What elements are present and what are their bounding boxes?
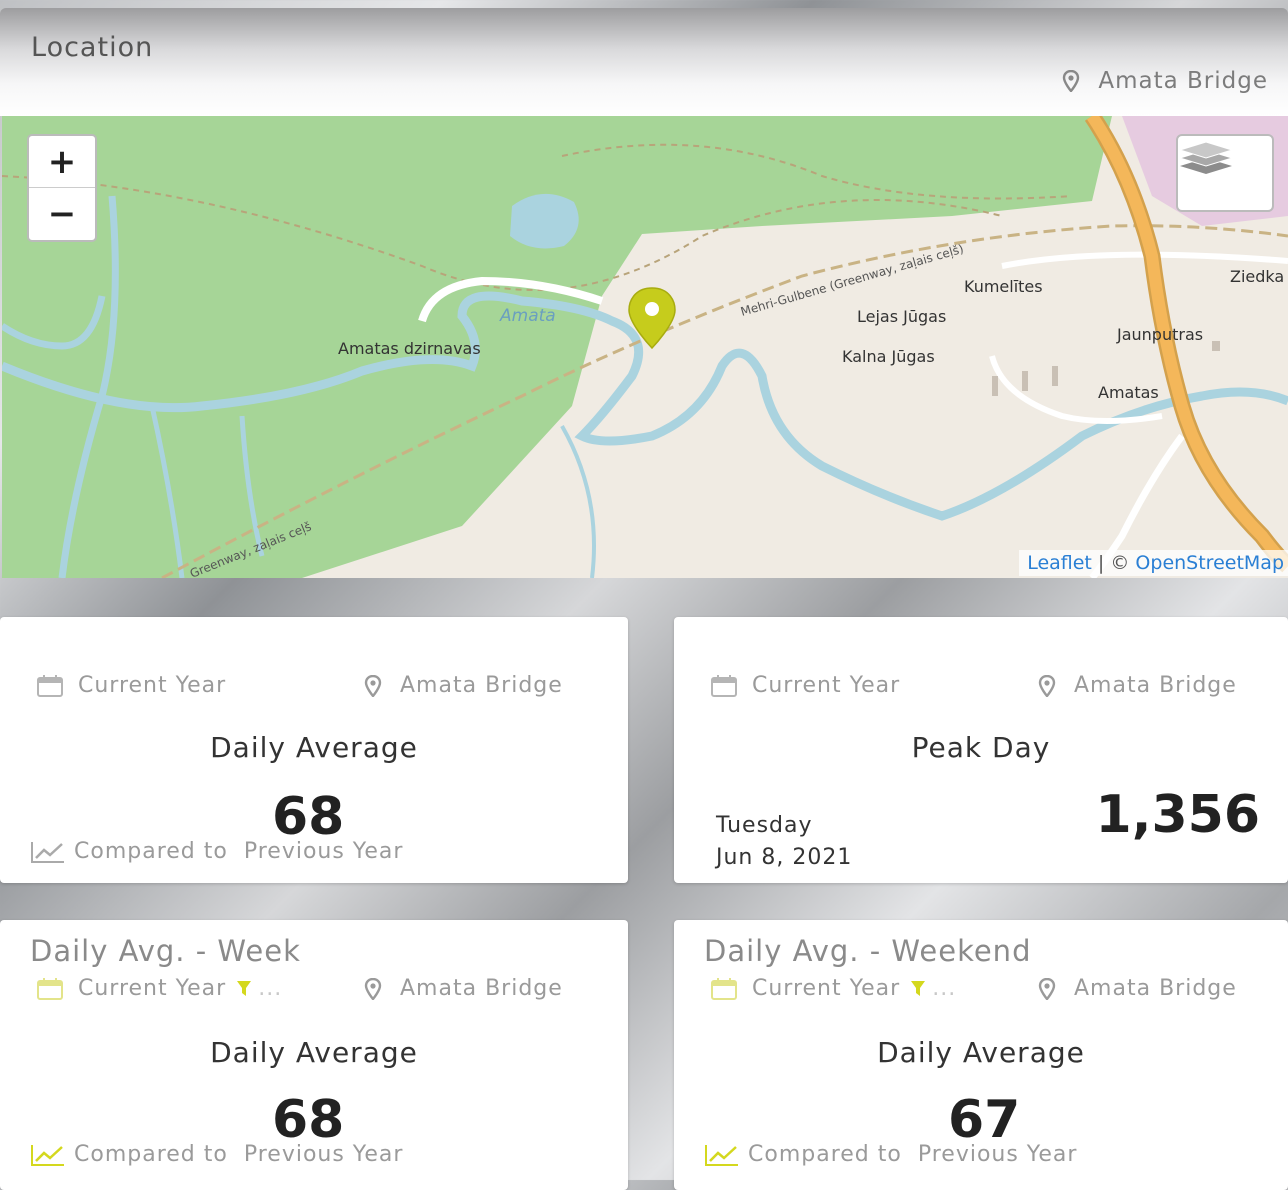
card-title: Daily Average: [877, 1036, 1085, 1069]
card-location: Amata Bridge: [364, 976, 563, 1001]
card-title: Daily Average: [210, 731, 418, 764]
attribution-separator: | ©: [1091, 552, 1136, 574]
card-title: Peak Day: [911, 731, 1051, 764]
filter-more: ...: [258, 976, 283, 1001]
compare-row: Compared to Previous Year: [30, 839, 403, 864]
compare-label: Compared to: [74, 1142, 228, 1167]
map-pin-icon: [364, 977, 382, 1000]
compare-period: Previous Year: [243, 1142, 404, 1167]
map-label-amatas-dzirnavas: Amatas dzirnavas: [338, 339, 481, 358]
openstreetmap-link[interactable]: OpenStreetMap: [1135, 552, 1284, 574]
weekend-average-value: 67: [948, 1090, 1021, 1150]
map-attribution: Leaflet | © OpenStreetMap: [1019, 550, 1288, 576]
daily-average-card: Current Year Amata Bridge Daily Average …: [0, 617, 628, 883]
map-label-amata-river: Amata: [499, 306, 556, 326]
trend-chart-icon: [31, 1144, 64, 1166]
peak-day-date: Jun 8, 2021: [716, 845, 853, 870]
location-label: Amata Bridge: [400, 673, 563, 698]
location-label: Amata Bridge: [400, 976, 563, 1001]
weekday-average-value: 68: [272, 1090, 345, 1150]
map-tiles[interactable]: Amatas dzirnavas Amata Mehri-Gulbene (Gr…: [2, 116, 1288, 578]
compare-label: Compared to: [748, 1142, 902, 1167]
calendar-icon: [711, 977, 737, 1000]
period-label: Current Year: [752, 976, 901, 1001]
weekend-average-card: Daily Avg. - Weekend Current Year ... Am…: [674, 920, 1288, 1190]
leaflet-link[interactable]: Leaflet: [1027, 552, 1092, 574]
zoom-out-button[interactable]: −: [29, 187, 95, 239]
card-location: Amata Bridge: [1038, 976, 1237, 1001]
compare-period: Previous Year: [917, 1142, 1078, 1167]
calendar-icon: [37, 674, 63, 697]
peak-day-value: 1,356: [1095, 785, 1260, 845]
map-pin-icon: [1038, 977, 1056, 1000]
page-title: Location: [31, 32, 154, 63]
map-pin-icon: [1038, 674, 1056, 697]
location-header: Location Amata Bridge: [0, 8, 1288, 116]
card-period: Current Year: [710, 673, 900, 698]
header-location-label: Amata Bridge: [1098, 68, 1268, 94]
trend-chart-icon: [705, 1144, 738, 1166]
peak-day-weekday: Tuesday: [716, 813, 813, 838]
map-label-jaunputras: Jaunputras: [1116, 325, 1203, 344]
filter-icon[interactable]: [236, 980, 252, 998]
trend-chart-icon: [31, 841, 64, 863]
compare-label: Compared to: [74, 839, 228, 864]
zoom-control: + −: [27, 134, 97, 242]
card-period[interactable]: Current Year ...: [710, 976, 956, 1001]
map-label-lejas-jugas: Lejas Jūgas: [857, 307, 946, 326]
card-heading: Daily Avg. - Week: [30, 934, 301, 968]
zoom-in-button[interactable]: +: [29, 136, 95, 187]
location-label: Amata Bridge: [1074, 976, 1237, 1001]
card-heading: Daily Avg. - Weekend: [704, 934, 1032, 968]
map-pin-icon: [1063, 70, 1080, 92]
location-label: Amata Bridge: [1074, 673, 1237, 698]
card-title: Daily Average: [210, 1036, 418, 1069]
compare-row: Compared to Previous Year: [704, 1142, 1077, 1167]
compare-row: Compared to Previous Year: [30, 1142, 403, 1167]
weekday-average-card: Daily Avg. - Week Current Year ... Amata…: [0, 920, 628, 1190]
filter-more: ...: [932, 976, 957, 1001]
filter-icon[interactable]: [910, 980, 926, 998]
compare-period: Previous Year: [243, 839, 404, 864]
header-location: Amata Bridge: [1062, 68, 1268, 94]
calendar-icon: [711, 674, 737, 697]
location-map[interactable]: Amatas dzirnavas Amata Mehri-Gulbene (Gr…: [2, 116, 1288, 578]
card-location: Amata Bridge: [1038, 673, 1237, 698]
card-period: Current Year: [36, 673, 226, 698]
layers-icon: [1178, 141, 1234, 174]
map-label-kumelites: Kumelītes: [964, 277, 1043, 296]
calendar-icon: [37, 977, 63, 1000]
map-pin-icon: [364, 674, 382, 697]
card-period[interactable]: Current Year ...: [36, 976, 282, 1001]
map-label-ziedkalni: Ziedka: [1230, 267, 1284, 286]
daily-average-value: 68: [272, 787, 345, 847]
period-label: Current Year: [78, 673, 227, 698]
period-label: Current Year: [752, 673, 901, 698]
map-label-amatas: Amatas: [1098, 383, 1159, 402]
peak-day-card: Current Year Amata Bridge Peak Day 1,356…: [674, 617, 1288, 883]
map-label-kalna-jugas: Kalna Jūgas: [842, 347, 935, 366]
period-label: Current Year: [78, 976, 227, 1001]
card-location: Amata Bridge: [364, 673, 563, 698]
layers-button[interactable]: [1176, 134, 1274, 212]
